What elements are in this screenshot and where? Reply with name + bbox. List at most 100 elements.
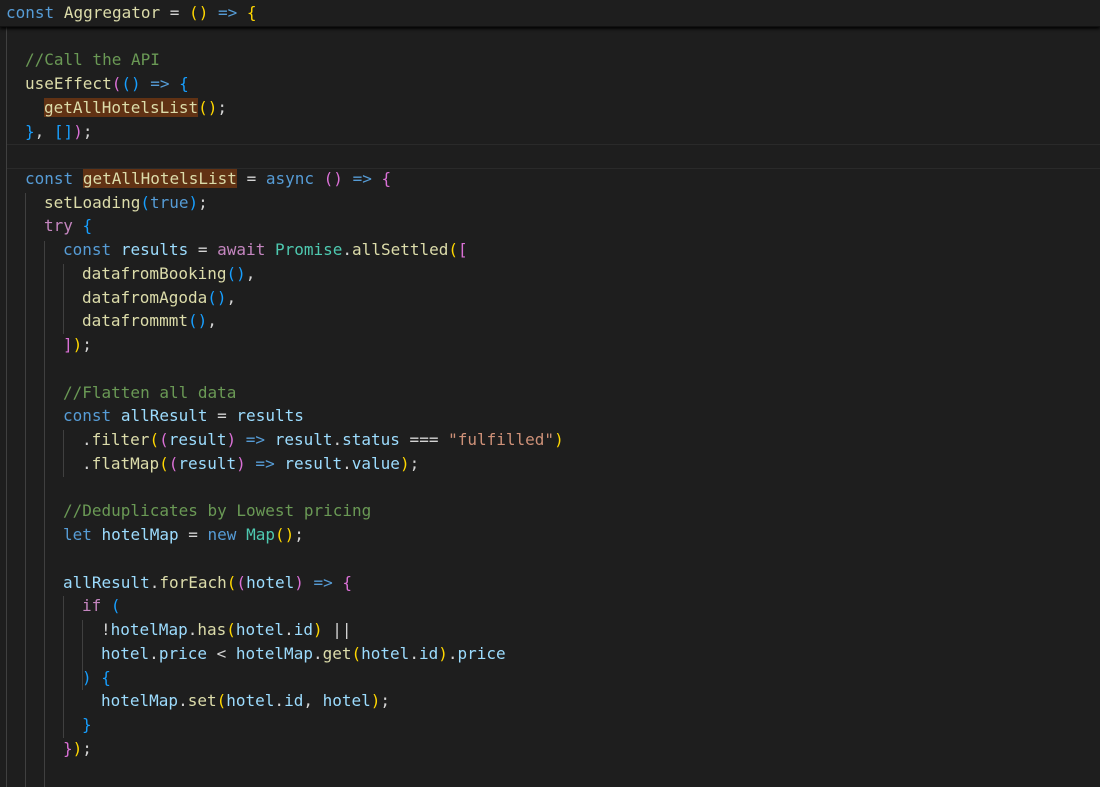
code-token: ( (351, 644, 362, 663)
code-token: ( (226, 620, 236, 639)
code-token: new (207, 525, 237, 544)
code-token: const (63, 406, 112, 425)
code-token: ) (207, 98, 218, 117)
code-token: ; (380, 691, 391, 710)
code-content: }, []); (25, 120, 92, 144)
code-content: }); (63, 737, 92, 761)
code-token: ( (323, 169, 334, 188)
code-token: ( (159, 454, 169, 473)
code-token: result (274, 430, 333, 449)
code-token: . (149, 644, 159, 663)
code-content: const allResult = results (63, 404, 304, 428)
code-token: ) (130, 74, 141, 93)
code-token: => (208, 3, 247, 22)
code-token: ! (101, 620, 111, 639)
code-token: result (168, 430, 227, 449)
code-token: ] (63, 335, 73, 354)
code-token: ) (188, 193, 199, 212)
code-content: if ( (82, 594, 121, 618)
code-content: //Deduplicates by Lowest pricing (63, 499, 371, 523)
code-token: ; (82, 739, 92, 758)
code-token: useEffect (25, 74, 112, 93)
code-content: ]); (63, 333, 92, 357)
code-content: setLoading(true); (44, 191, 208, 215)
code-token: result (284, 454, 343, 473)
code-token: allResult (120, 406, 208, 425)
code-content: ) { (82, 666, 111, 690)
code-token: ) (399, 454, 410, 473)
code-token: hotelMap (110, 620, 188, 639)
code-content: hotel.price < hotelMap.get(hotel.id).pri… (101, 642, 506, 666)
code-token: { (381, 169, 392, 188)
code-token: hotel (101, 644, 150, 663)
code-token: hotelMap (101, 691, 179, 710)
code-token: === (399, 430, 449, 449)
code-token: hotelMap (235, 644, 313, 663)
code-token: ; (409, 454, 420, 473)
code-token: || (322, 620, 352, 639)
code-token: id (284, 691, 304, 710)
code-token: ) (198, 3, 209, 22)
code-token: forEach (159, 573, 227, 592)
code-token: ( (216, 691, 227, 710)
code-token: get (322, 644, 352, 663)
code-token: ( (274, 525, 285, 544)
code-content: const results = await Promise.allSettled… (63, 238, 468, 262)
code-token: ) (333, 169, 343, 188)
code-content: .filter((result) => result.status === "f… (82, 428, 564, 452)
code-editor[interactable]: const Aggregator = () => { //Call the AP… (0, 0, 1100, 787)
code-token: ; (198, 193, 208, 212)
code-token: price (158, 644, 207, 663)
code-content: let hotelMap = new Map(); (63, 523, 304, 547)
code-token: [ (53, 122, 64, 141)
code-content: getAllHotelsList(); (44, 96, 227, 120)
code-token: try (44, 216, 73, 235)
code-token: async (265, 169, 315, 188)
code-token: , (245, 264, 256, 283)
code-token: . (82, 430, 92, 449)
code-token: ; (294, 525, 304, 544)
code-token: . (178, 691, 188, 710)
code-token: ) (294, 573, 304, 592)
code-token: ( (236, 573, 247, 592)
code-token: if (82, 596, 102, 615)
code-token: ( (140, 193, 150, 212)
code-token: => (236, 430, 275, 449)
code-token: ) (554, 430, 564, 449)
code-token: = (236, 169, 266, 188)
code-token: } (63, 739, 73, 758)
code-token: , (303, 691, 323, 710)
code-token: ; (82, 335, 92, 354)
code-token: ) (197, 311, 208, 330)
code-token: . (187, 620, 198, 639)
code-token: allResult (63, 573, 150, 592)
code-token: . (284, 620, 294, 639)
code-token: ) (312, 620, 323, 639)
code-token: ) (72, 335, 83, 354)
code-token: hotel (246, 573, 295, 592)
comment: //Call the API (25, 50, 160, 69)
code-content: .flatMap((result) => result.value); (82, 452, 419, 476)
code-token: { (246, 3, 257, 22)
code-token: { (101, 668, 111, 687)
code-token: flatMap (91, 454, 160, 473)
code-token: results (236, 406, 304, 425)
code-token: . (82, 454, 92, 473)
code-token: ] (63, 122, 74, 141)
code-token: status (342, 430, 400, 449)
code-token: , (207, 311, 217, 330)
sticky-scroll-header[interactable]: const Aggregator = () => { (0, 0, 1100, 27)
code-token: ( (207, 288, 217, 307)
code-content: //Flatten all data (63, 381, 236, 405)
code-token: ) (82, 668, 92, 687)
function-name: Aggregator (63, 3, 161, 22)
code-content: datafrommmt(), (82, 309, 217, 333)
code-token: => (342, 169, 382, 188)
code-token: true (149, 193, 189, 212)
